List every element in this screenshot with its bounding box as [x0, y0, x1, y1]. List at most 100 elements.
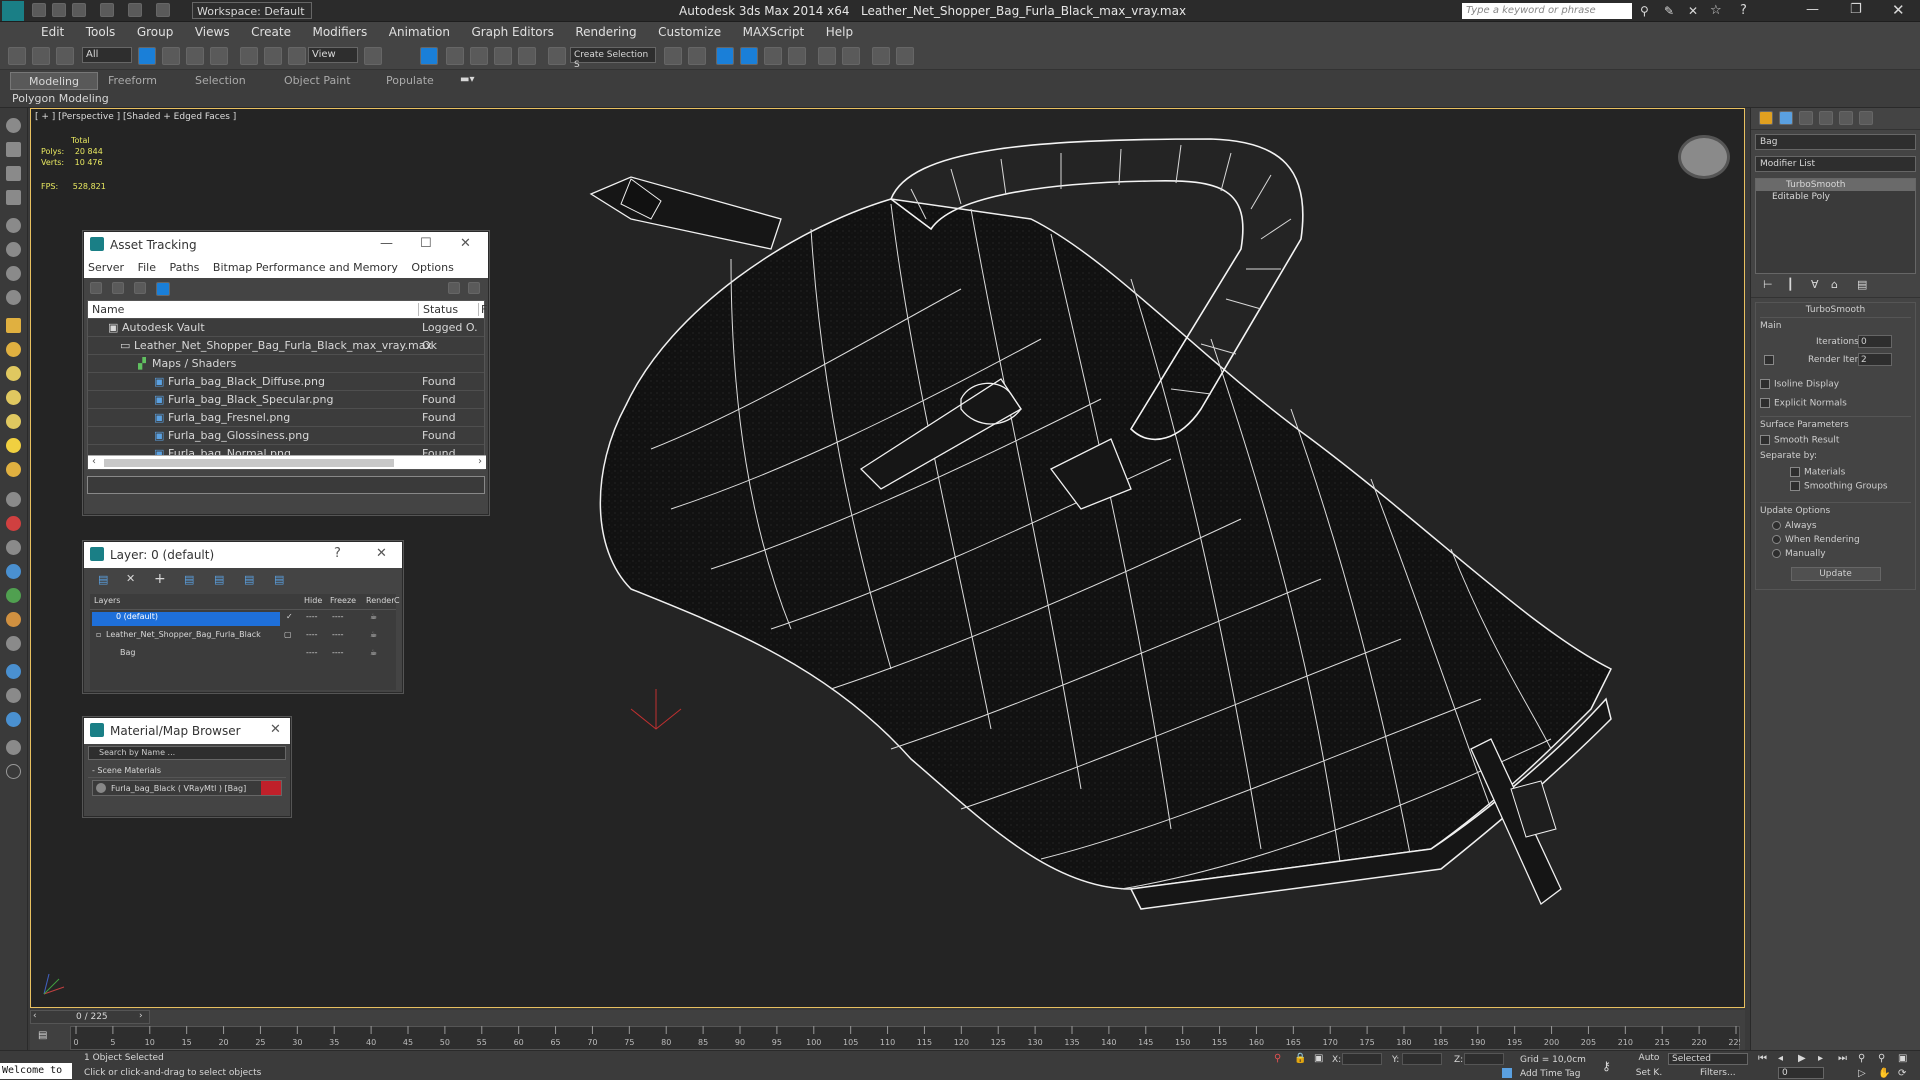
- layer-dialog[interactable]: Layer: 0 (default) ? ✕ ▤ ✕ + ▤ ▤ ▤ ▤ Lay…: [83, 541, 403, 693]
- rollout-title[interactable]: TurboSmooth: [1760, 305, 1911, 318]
- x-coordinate-field[interactable]: [1342, 1053, 1382, 1065]
- layer-row[interactable]: Bag ---- ---- ☕: [90, 646, 396, 664]
- modifier-tool-icon-1[interactable]: [6, 492, 21, 507]
- add-time-tag[interactable]: Add Time Tag: [1520, 1069, 1580, 1079]
- freeze-all-icon[interactable]: ▤: [274, 573, 284, 586]
- snaps-toggle-icon[interactable]: [446, 47, 464, 65]
- when-rendering-option[interactable]: When Rendering: [1760, 534, 1911, 545]
- app-logo-icon[interactable]: [2, 1, 24, 21]
- material-search-input[interactable]: Search by Name ...: [88, 746, 286, 760]
- stack-item-editable-poly[interactable]: Editable Poly: [1756, 191, 1915, 203]
- field-of-view-icon[interactable]: ▷: [1858, 1068, 1866, 1079]
- object-name-field[interactable]: Bag: [1755, 134, 1916, 150]
- table-view-icon[interactable]: [156, 282, 170, 296]
- scene-explorer-icon[interactable]: [716, 47, 734, 65]
- graphite-toolbar-icon[interactable]: [764, 47, 782, 65]
- cone-primitive-icon[interactable]: [6, 414, 21, 429]
- modifier-tool-icon-3[interactable]: [6, 540, 21, 555]
- active-box-icon[interactable]: ▢: [284, 630, 292, 639]
- ribbon-tab-selection[interactable]: Selection: [195, 74, 246, 87]
- key-filter-dropdown[interactable]: Selected: [1668, 1053, 1748, 1065]
- help-icon[interactable]: ?: [1740, 3, 1747, 18]
- remove-modifier-icon[interactable]: ⌂: [1831, 278, 1838, 291]
- ribbon-tab-object-paint[interactable]: Object Paint: [284, 74, 351, 87]
- unlink-icon[interactable]: [32, 47, 50, 65]
- select-object-icon[interactable]: [138, 47, 156, 65]
- ribbon-sub-polygon-modeling[interactable]: Polygon Modeling: [12, 92, 109, 105]
- update-button[interactable]: Update: [1790, 566, 1881, 581]
- help-icon[interactable]: [448, 282, 460, 294]
- cylinder-primitive-icon[interactable]: [6, 366, 21, 381]
- col-status-header[interactable]: Status: [418, 303, 458, 316]
- viewport-tool-icon-1[interactable]: [6, 118, 21, 133]
- col-color[interactable]: C: [394, 596, 400, 605]
- undo-icon[interactable]: [100, 3, 114, 17]
- configure-sets-icon[interactable]: ▤: [1857, 278, 1867, 291]
- smooth-result-option[interactable]: Smooth Result: [1760, 435, 1911, 446]
- close-icon[interactable]: ✕: [460, 236, 471, 251]
- modifier-tool-icon-10[interactable]: [6, 712, 21, 727]
- materials-option[interactable]: Materials: [1760, 466, 1911, 477]
- viewport-tool-icon-7[interactable]: [6, 266, 21, 281]
- isoline-option[interactable]: Isoline Display: [1760, 379, 1911, 390]
- z-coordinate-field[interactable]: [1464, 1053, 1504, 1065]
- material-map-browser[interactable]: Material/Map Browser ✕ Search by Name ..…: [83, 717, 291, 817]
- table-row[interactable]: ▣ Furla_bag_Glossiness.png Found: [88, 427, 484, 445]
- mini-curve-editor-icon[interactable]: ▤: [38, 1030, 47, 1041]
- workspace-dropdown[interactable]: Workspace: Default: [192, 2, 312, 19]
- go-to-start-icon[interactable]: ⏮: [1758, 1053, 1767, 1064]
- create-tab-icon[interactable]: [1759, 111, 1773, 125]
- go-to-end-icon[interactable]: ⏭: [1838, 1053, 1847, 1064]
- isoline-checkbox[interactable]: [1760, 379, 1770, 389]
- modifier-tool-icon-4[interactable]: [6, 564, 21, 579]
- reference-coordinate-dropdown[interactable]: View: [308, 47, 358, 63]
- menu-rendering[interactable]: Rendering: [566, 22, 645, 39]
- subscription-icon[interactable]: ✎: [1664, 4, 1674, 18]
- zoom-all-icon[interactable]: ⚲: [1878, 1053, 1885, 1064]
- render-setup-icon[interactable]: [872, 47, 890, 65]
- maxscript-listener[interactable]: Welcome to: [0, 1063, 72, 1079]
- modifier-tool-icon-5[interactable]: [6, 588, 21, 603]
- align-icon[interactable]: [688, 47, 706, 65]
- manually-option[interactable]: Manually: [1760, 548, 1911, 559]
- menu-create[interactable]: Create: [242, 22, 300, 39]
- select-by-name-icon[interactable]: [162, 47, 180, 65]
- col-render[interactable]: Render: [366, 596, 394, 605]
- hide-all-icon[interactable]: ▤: [244, 573, 254, 586]
- angle-snap-icon[interactable]: [470, 47, 488, 65]
- edit-named-selection-icon[interactable]: [548, 47, 566, 65]
- close-icon[interactable]: ✕: [270, 722, 281, 737]
- render-teapot-icon[interactable]: ☕: [370, 648, 377, 657]
- col-freeze[interactable]: Freeze: [330, 596, 356, 605]
- smoothing-groups-checkbox[interactable]: [1790, 481, 1800, 491]
- open-file-icon[interactable]: [52, 3, 66, 17]
- isolate-selection-icon[interactable]: ⚲: [1274, 1053, 1281, 1064]
- rotate-icon[interactable]: [264, 47, 282, 65]
- key-icon[interactable]: ⚷: [1602, 1059, 1611, 1073]
- maximize-icon[interactable]: ☐: [420, 236, 432, 251]
- search-input[interactable]: Type a keyword or phrase: [1462, 3, 1632, 19]
- menu-group[interactable]: Group: [128, 22, 183, 39]
- menu-help[interactable]: Help: [817, 22, 862, 39]
- material-browser-titlebar[interactable]: Material/Map Browser ✕: [84, 718, 290, 744]
- light-icon[interactable]: [6, 438, 21, 453]
- redo-icon[interactable]: [128, 3, 142, 17]
- menu-customize[interactable]: Customize: [649, 22, 730, 39]
- orbit-icon[interactable]: ⟳: [1898, 1068, 1906, 1079]
- freeze-dash[interactable]: ----: [332, 630, 344, 639]
- modifier-tool-icon-11[interactable]: [6, 740, 21, 755]
- viewport-tool-icon-3[interactable]: [6, 166, 21, 181]
- manually-radio[interactable]: [1772, 548, 1781, 558]
- ribbon-tab-freeform[interactable]: Freeform: [108, 74, 157, 87]
- select-link-icon[interactable]: [8, 47, 26, 65]
- col-name-header[interactable]: Name: [92, 303, 124, 316]
- refresh-icon[interactable]: [90, 282, 102, 294]
- torus-primitive-icon[interactable]: [6, 390, 21, 405]
- time-slider[interactable]: ‹ 0 / 225 ›: [30, 1010, 150, 1024]
- smooth-result-checkbox[interactable]: [1760, 435, 1770, 445]
- modifier-tool-icon-6[interactable]: [6, 612, 21, 627]
- ribbon-tab-modeling[interactable]: Modeling: [10, 72, 98, 90]
- window-crossing-icon[interactable]: [210, 47, 228, 65]
- hide-dash[interactable]: ----: [306, 612, 318, 621]
- new-layer-icon[interactable]: ▤: [98, 573, 108, 586]
